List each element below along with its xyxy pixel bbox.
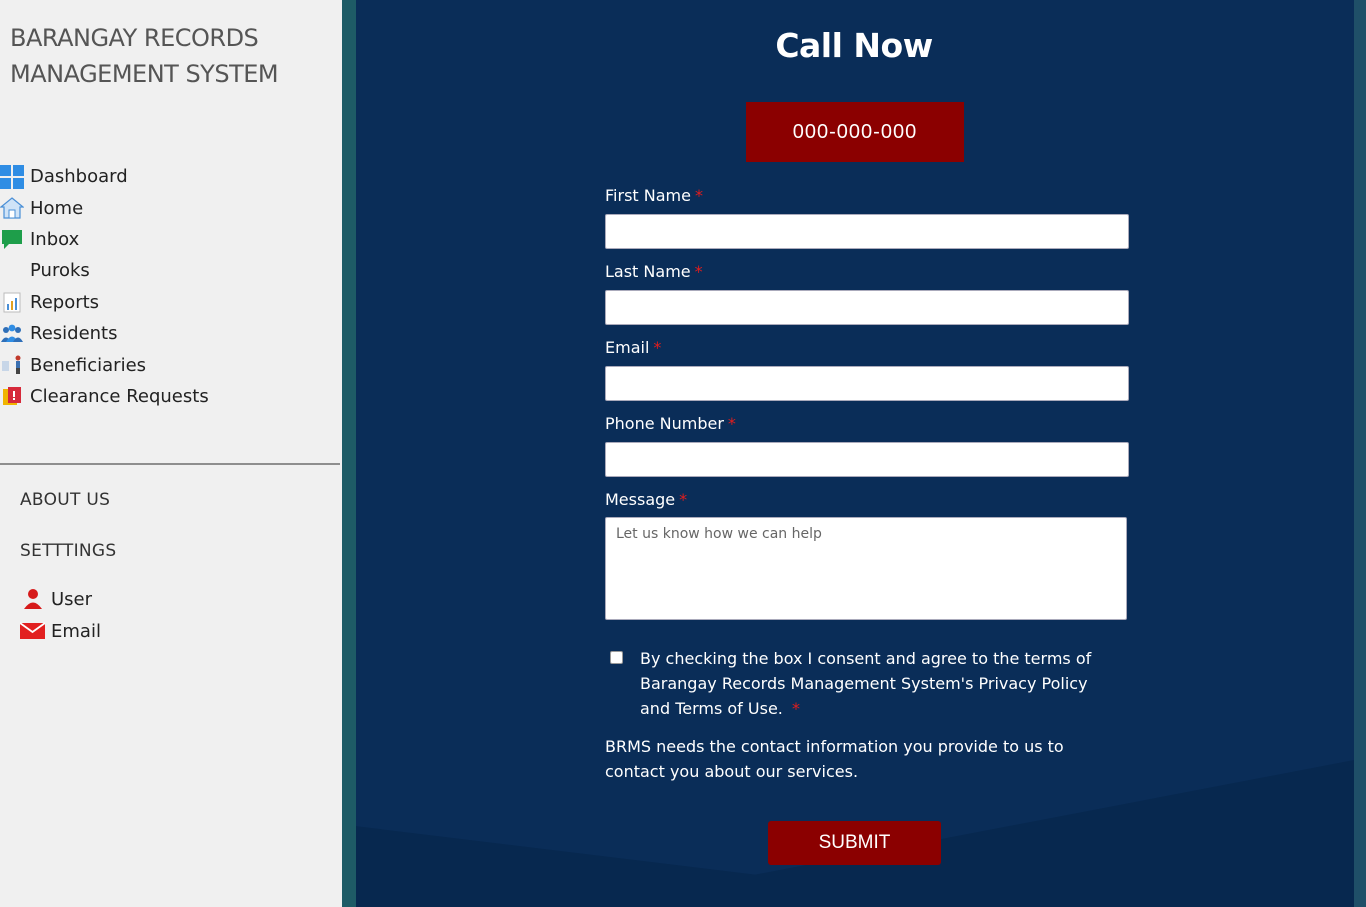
sidebar-item-clearance-requests[interactable]: Clearance Requests — [0, 381, 209, 412]
sidebar-item-label: Dashboard — [30, 166, 128, 188]
sidebar-item-label: User — [51, 588, 93, 610]
sidebar-item-label: Reports — [30, 291, 100, 313]
sidebar-item-label: Email — [51, 620, 101, 642]
email-label: Email * — [605, 338, 662, 357]
page-title: Call Now — [775, 26, 933, 65]
email-icon — [20, 620, 45, 642]
settings-link[interactable]: SETTTINGS — [20, 541, 116, 561]
sidebar: BARANGAY RECORDS MANAGEMENT SYSTEM Dashb… — [0, 0, 342, 907]
sidebar-item-label: Inbox — [30, 228, 80, 250]
message-field[interactable] — [605, 517, 1127, 620]
sidebar-divider — [0, 463, 340, 465]
puroks-icon — [0, 259, 24, 283]
sidebar-item-home[interactable]: Home — [0, 192, 209, 223]
first-name-label: First Name * — [605, 186, 703, 205]
sidebar-item-user[interactable]: User — [20, 588, 92, 610]
phone-number-label: Phone Number * — [605, 414, 736, 433]
app-brand-title: BARANGAY RECORDS MANAGEMENT SYSTEM — [10, 24, 279, 88]
clearance-icon — [0, 384, 24, 408]
background-edge — [342, 0, 356, 907]
phone-number-field[interactable] — [605, 442, 1129, 477]
sidebar-item-email[interactable]: Email — [20, 620, 101, 642]
privacy-info-text: BRMS needs the contact information you p… — [605, 737, 1064, 781]
consent-checkbox[interactable] — [610, 651, 623, 664]
home-icon — [0, 196, 24, 220]
sidebar-item-label: Residents — [30, 323, 118, 345]
last-name-label: Last Name * — [605, 262, 703, 281]
beneficiaries-icon — [0, 353, 24, 377]
chat-icon — [0, 227, 24, 251]
sidebar-item-label: Beneficiaries — [30, 354, 147, 376]
message-label: Message * — [605, 490, 688, 509]
last-name-field[interactable] — [605, 290, 1129, 325]
sidebar-item-label: Home — [30, 197, 84, 219]
sidebar-item-beneficiaries[interactable]: Beneficiaries — [0, 349, 209, 380]
email-field[interactable] — [605, 366, 1129, 401]
submit-button[interactable]: SUBMIT — [768, 821, 941, 865]
contact-section: Call Now 000-000-000 First Name * Last Na… — [342, 0, 1366, 907]
sidebar-item-inbox[interactable]: Inbox — [0, 224, 209, 255]
sidebar-item-label: Clearance Requests — [30, 385, 209, 407]
dashboard-icon — [0, 164, 24, 189]
reports-icon — [0, 290, 24, 314]
sidebar-item-puroks[interactable]: Puroks — [0, 255, 209, 286]
sidebar-item-dashboard[interactable]: Dashboard — [0, 161, 209, 192]
sidebar-item-residents[interactable]: Residents — [0, 318, 209, 349]
call-number-button[interactable]: 000-000-000 — [746, 102, 964, 162]
about-us-link[interactable]: ABOUT US — [20, 490, 110, 510]
residents-icon — [0, 322, 24, 346]
sidebar-item-label: Puroks — [30, 260, 90, 282]
sidebar-nav: Dashboard Home Inbox Puroks Reports Resi… — [0, 161, 209, 412]
user-icon — [20, 588, 45, 610]
background-edge — [1354, 0, 1366, 907]
first-name-field[interactable] — [605, 214, 1129, 249]
consent-text: By checking the box I consent and agree … — [640, 649, 1092, 718]
sidebar-item-reports[interactable]: Reports — [0, 287, 209, 318]
